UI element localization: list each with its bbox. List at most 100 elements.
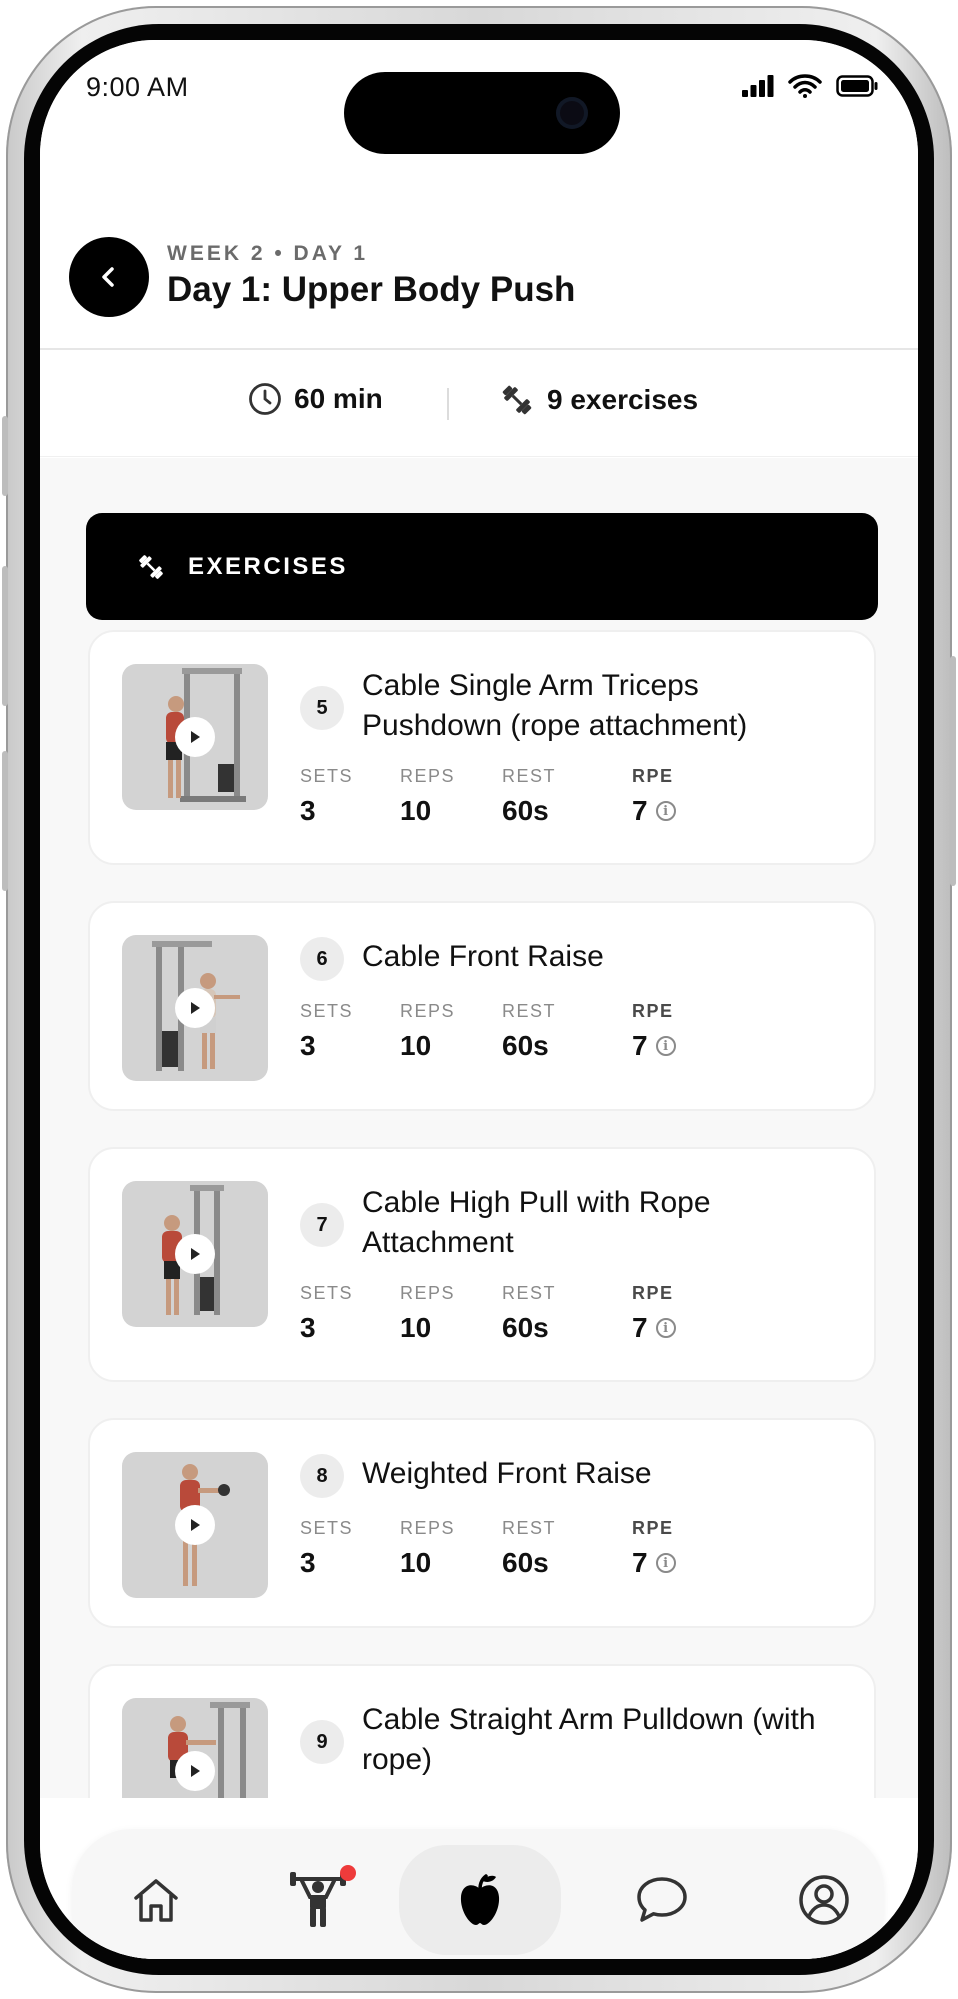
sets-metric: SETS 3 xyxy=(300,1001,353,1062)
reps-value: 10 xyxy=(400,1312,432,1343)
play-button[interactable] xyxy=(175,717,215,757)
exercise-thumbnail[interactable] xyxy=(122,1181,268,1327)
sets-value: 3 xyxy=(300,1547,316,1578)
reps-metric: REPS 10 xyxy=(400,1001,455,1062)
sets-value: 3 xyxy=(300,1030,316,1061)
exercise-card[interactable]: 8 Weighted Front Raise SETS 3 REPS 10 RE… xyxy=(88,1418,876,1628)
reps-metric: REPS 10 xyxy=(400,1283,455,1344)
rest-value: 60s xyxy=(502,1030,549,1061)
reps-metric: REPS 10 xyxy=(400,1518,455,1579)
rest-metric: REST 60s xyxy=(502,766,556,827)
exercise-thumbnail[interactable] xyxy=(122,935,268,1081)
rpe-metric: RPE 7i xyxy=(632,1518,676,1579)
sets-label: SETS xyxy=(300,766,354,786)
exercise-name: Weighted Front Raise xyxy=(362,1457,652,1490)
rest-value: 60s xyxy=(502,795,549,826)
battery-icon xyxy=(836,75,878,97)
back-button[interactable] xyxy=(69,237,149,317)
sets-metric: SETS 3 xyxy=(300,1283,353,1344)
play-icon xyxy=(191,1248,200,1260)
rest-metric: REST 60s xyxy=(502,1518,556,1579)
clock-icon xyxy=(249,383,281,415)
exercise-number: 9 xyxy=(300,1720,344,1764)
sets-label: SETS xyxy=(300,1001,354,1021)
exercise-thumbnail[interactable] xyxy=(122,1698,268,1798)
play-button[interactable] xyxy=(175,1505,215,1545)
tab-bar xyxy=(72,1829,884,1959)
section-label: EXERCISES xyxy=(188,552,348,580)
rpe-value-row: 7i xyxy=(632,795,676,827)
play-button[interactable] xyxy=(175,988,215,1028)
exercise-list[interactable]: EXERCISES 5 Cable Single Arm Triceps Pus… xyxy=(40,458,918,1798)
tab-workout[interactable] xyxy=(258,1845,378,1955)
status-time: 9:00 AM xyxy=(86,72,189,102)
status-icons xyxy=(742,74,878,98)
camera-icon xyxy=(556,97,588,129)
power-button xyxy=(950,656,956,886)
duration-value: 60 min xyxy=(294,383,383,414)
rest-value: 60s xyxy=(502,1547,549,1578)
page-title: Day 1: Upper Body Push xyxy=(167,270,576,309)
info-icon[interactable]: i xyxy=(655,1036,676,1056)
exercise-number: 6 xyxy=(300,937,344,981)
tab-home[interactable] xyxy=(96,1845,216,1955)
exercise-card[interactable]: 6 Cable Front Raise SETS 3 REPS 10 REST … xyxy=(88,901,876,1111)
reps-label: REPS xyxy=(400,1283,456,1303)
wifi-icon xyxy=(788,74,822,98)
workout-stats: 60 min 9 exercises xyxy=(40,352,918,457)
play-icon xyxy=(191,1765,200,1777)
exercises-section-header: EXERCISES xyxy=(86,513,878,620)
tab-profile[interactable] xyxy=(764,1845,884,1955)
rpe-value: 7 xyxy=(632,1030,648,1061)
rpe-value-row: 7i xyxy=(632,1030,676,1062)
volume-up-button xyxy=(2,566,8,706)
rest-value: 60s xyxy=(502,1312,549,1343)
rest-metric: REST 60s xyxy=(502,1001,556,1062)
exercise-number: 8 xyxy=(300,1454,344,1498)
rpe-label: RPE xyxy=(632,1518,674,1538)
reps-label: REPS xyxy=(400,1001,456,1021)
rest-label: REST xyxy=(502,1518,557,1538)
exercise-number: 5 xyxy=(300,686,344,730)
play-button[interactable] xyxy=(175,1234,215,1274)
chat-icon xyxy=(637,1877,687,1922)
volume-down-button xyxy=(2,751,8,891)
nutrition-apple-icon xyxy=(460,1874,500,1925)
duration-stat: 60 min xyxy=(248,382,383,416)
rpe-label: RPE xyxy=(632,1001,674,1021)
reps-value: 10 xyxy=(400,1547,432,1578)
info-icon[interactable]: i xyxy=(655,801,676,821)
exercise-card[interactable]: 5 Cable Single Arm Triceps Pushdown (rop… xyxy=(88,630,876,865)
sets-label: SETS xyxy=(300,1283,354,1303)
exercise-thumbnail[interactable] xyxy=(122,664,268,810)
exercise-thumbnail[interactable] xyxy=(122,1452,268,1598)
rpe-value: 7 xyxy=(632,795,648,826)
sets-metric: SETS 3 xyxy=(300,1518,353,1579)
play-icon xyxy=(191,731,200,743)
info-icon[interactable]: i xyxy=(655,1553,676,1573)
reps-label: REPS xyxy=(400,1518,456,1538)
play-button[interactable] xyxy=(175,1751,215,1791)
tab-bar-container xyxy=(40,1798,918,1959)
exercise-card[interactable]: 7 Cable High Pull with Rope Attachment S… xyxy=(88,1147,876,1382)
page-header: WEEK 2 • DAY 1 Day 1: Upper Body Push xyxy=(40,165,918,350)
dynamic-island xyxy=(344,72,620,154)
exercise-name: Cable Single Arm Triceps Pushdown (rope … xyxy=(362,669,748,742)
info-icon[interactable]: i xyxy=(655,1318,676,1338)
profile-icon xyxy=(799,1875,849,1925)
rpe-label: RPE xyxy=(632,1283,674,1303)
play-icon xyxy=(191,1519,200,1531)
reps-value: 10 xyxy=(400,1030,432,1061)
exercise-name: Cable High Pull with Rope Attachment xyxy=(362,1186,711,1259)
sets-value: 3 xyxy=(300,1312,316,1343)
stat-divider xyxy=(447,388,449,420)
dumbbell-icon xyxy=(502,385,532,415)
exercise-count-value: 9 exercises xyxy=(547,384,699,415)
chevron-left-icon xyxy=(102,267,114,287)
tab-chat[interactable] xyxy=(602,1845,722,1955)
exercise-card[interactable]: 9 Cable Straight Arm Pulldown (with rope… xyxy=(88,1664,876,1798)
reps-metric: REPS 10 xyxy=(400,766,455,827)
exercise-name: Cable Straight Arm Pulldown (with rope) xyxy=(362,1703,816,1776)
tab-nutrition[interactable] xyxy=(399,1845,561,1955)
rpe-metric: RPE 7i xyxy=(632,1283,676,1344)
